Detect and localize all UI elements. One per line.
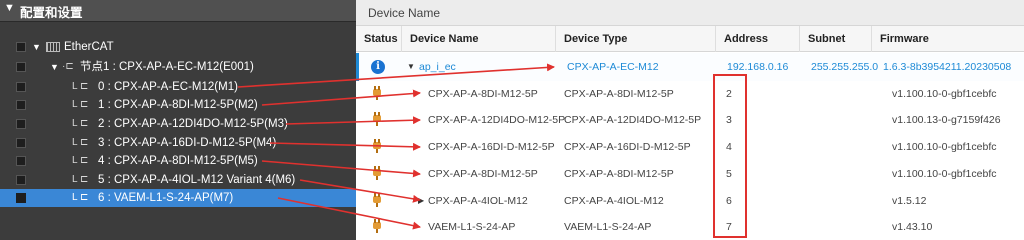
tree-item-label: 2 : CPX-AP-A-12DI4DO-M12-5P(M3) [98, 118, 288, 130]
device-type-cell: CPX-AP-A-16DI-D-M12-5P [564, 141, 691, 153]
device-row[interactable]: CPX-AP-A-8DI-M12-5P CPX-AP-A-8DI-M12-5P … [356, 80, 1024, 108]
firmware-cell: v1.43.10 [892, 221, 933, 233]
tree-item-node1[interactable]: ▼ ·⊏ 节点1 : CPX-AP-A-EC-M12(E001) [0, 58, 356, 76]
device-name-cell: CPX-AP-A-8DI-M12-5P [428, 168, 538, 180]
tree-item-label: 3 : CPX-AP-A-16DI-D-M12-5P(M4) [98, 137, 277, 149]
plug-icon [373, 219, 381, 233]
row-checkbox[interactable] [16, 100, 26, 110]
device-row[interactable]: VAEM-L1-S-24-AP VAEM-L1-S-24-AP 7 v1.43.… [356, 213, 1024, 240]
row-checkbox[interactable] [16, 193, 26, 203]
column-header-address[interactable]: Address [716, 26, 800, 52]
column-header-status[interactable]: Status [356, 26, 402, 52]
module-connector-icon: L ⊏ [72, 81, 89, 92]
firmware-cell: v1.5.12 [892, 195, 927, 207]
column-header-device-name[interactable]: Device Name [402, 26, 556, 52]
module-connector-icon: L ⊏ [72, 174, 89, 185]
device-tree-panel: ▼ 配置和设置 ▼ EtherCAT ▼ ·⊏ 节点1 : CPX-AP-A-E… [0, 0, 356, 240]
row-checkbox[interactable] [16, 42, 26, 52]
column-header-row: Status Device Name Device Type Address S… [356, 26, 1024, 71]
column-header-firmware[interactable]: Firmware [872, 26, 1024, 52]
tree-item-module[interactable]: L ⊏ 2 : CPX-AP-A-12DI4DO-M12-5P(M3) [0, 115, 356, 133]
panel-title: Device Name [356, 0, 1024, 26]
device-type-cell: CPX-AP-A-12DI4DO-M12-5P [564, 114, 702, 126]
row-checkbox[interactable] [16, 156, 26, 166]
firmware-cell: v1.100.13-0-g7159f426 [892, 114, 1001, 126]
expand-triangle-icon[interactable]: ▼ [407, 53, 415, 81]
device-name-cell[interactable]: ap_i_ec [419, 53, 456, 81]
module-connector-icon: L ⊏ [72, 137, 89, 148]
tree-item-module[interactable]: L ⊏ 0 : CPX-AP-A-EC-M12(M1) [0, 78, 356, 96]
tree-item-label: 0 : CPX-AP-A-EC-M12(M1) [98, 81, 238, 93]
tree-item-module[interactable]: L ⊏ 1 : CPX-AP-A-8DI-M12-5P(M2) [0, 96, 356, 114]
device-row[interactable]: ▶ CPX-AP-A-4IOL-M12 CPX-AP-A-4IOL-M12 6 … [356, 187, 1024, 215]
expand-triangle-icon[interactable]: ▼ [32, 38, 41, 56]
device-type-cell: CPX-AP-A-8DI-M12-5P [564, 168, 674, 180]
plug-icon [373, 112, 381, 126]
device-type-cell: VAEM-L1-S-24-AP [564, 221, 652, 233]
device-name-cell: CPX-AP-A-4IOL-M12 [428, 195, 528, 207]
tree-item-label: 5 : CPX-AP-A-4IOL-M12 Variant 4(M6) [98, 174, 296, 186]
address-highlight-box [713, 74, 747, 238]
device-name-cell: CPX-AP-A-16DI-D-M12-5P [428, 141, 555, 153]
device-row-head[interactable]: i ▼ ap_i_ec CPX-AP-A-EC-M12 192.168.0.16… [356, 53, 1024, 81]
device-list-panel: Device Name Status Device Name Device Ty… [356, 0, 1024, 240]
module-connector-icon: L ⊏ [72, 192, 89, 203]
ethercat-icon [46, 42, 60, 52]
firmware-cell: v1.100.10-0-gbf1cebfc [892, 168, 997, 180]
device-type-cell: CPX-AP-A-EC-M12 [567, 61, 659, 73]
tree-item-module[interactable]: L ⊏ 4 : CPX-AP-A-8DI-M12-5P(M5) [0, 152, 356, 170]
device-row[interactable]: CPX-AP-A-12DI4DO-M12-5P CPX-AP-A-12DI4DO… [356, 106, 1024, 134]
device-name-cell: CPX-AP-A-12DI4DO-M12-5P [428, 114, 566, 126]
device-name-cell: VAEM-L1-S-24-AP [428, 221, 516, 233]
device-type-cell: CPX-AP-A-8DI-M12-5P [564, 88, 674, 100]
plug-icon [373, 193, 381, 207]
tree-item-label: 节点1 : CPX-AP-A-EC-M12(E001) [80, 61, 254, 73]
row-checkbox[interactable] [16, 82, 26, 92]
subnet-mask-cell: 255.255.255.0 [811, 61, 879, 73]
row-checkbox[interactable] [16, 175, 26, 185]
tree-item-label: EtherCAT [64, 41, 114, 53]
tree-header-label: 配置和设置 [20, 6, 83, 20]
column-header-device-type[interactable]: Device Type [556, 26, 716, 52]
plug-icon [373, 139, 381, 153]
node-connector-icon: ·⊏ [62, 61, 74, 72]
tree-item-label: 1 : CPX-AP-A-8DI-M12-5P(M2) [98, 99, 258, 111]
expand-triangle-icon[interactable]: ▶ [418, 187, 424, 215]
device-name-cell: CPX-AP-A-8DI-M12-5P [428, 88, 538, 100]
module-connector-icon: L ⊏ [72, 155, 89, 166]
tree-item-label: 6 : VAEM-L1-S-24-AP(M7) [98, 192, 234, 204]
row-checkbox[interactable] [16, 62, 26, 72]
firmware-cell: 1.6.3-8b3954211.20230508 [883, 61, 1012, 73]
device-type-cell: CPX-AP-A-4IOL-M12 [564, 195, 664, 207]
row-checkbox[interactable] [16, 138, 26, 148]
tree-item-label: 4 : CPX-AP-A-8DI-M12-5P(M5) [98, 155, 258, 167]
info-icon: i [371, 60, 385, 74]
collapse-triangle-icon[interactable]: ▼ [4, 2, 15, 14]
row-checkbox[interactable] [16, 119, 26, 129]
module-connector-icon: L ⊏ [72, 118, 89, 129]
tree-item-module[interactable]: L ⊏ 5 : CPX-AP-A-4IOL-M12 Variant 4(M6) [0, 171, 356, 189]
expand-triangle-icon[interactable]: ▼ [50, 58, 59, 76]
plug-icon [373, 166, 381, 180]
device-row[interactable]: CPX-AP-A-8DI-M12-5P CPX-AP-A-8DI-M12-5P … [356, 160, 1024, 188]
tree-header[interactable]: ▼ 配置和设置 [0, 0, 356, 22]
tree-item-ethercat[interactable]: ▼ EtherCAT [0, 38, 356, 56]
firmware-cell: v1.100.10-0-gbf1cebfc [892, 141, 997, 153]
module-connector-icon: L ⊏ [72, 99, 89, 110]
plug-icon [373, 86, 381, 100]
column-header-subnet-mask[interactable]: Subnet Mask [800, 26, 872, 71]
firmware-cell: v1.100.10-0-gbf1cebfc [892, 88, 997, 100]
device-row[interactable]: CPX-AP-A-16DI-D-M12-5P CPX-AP-A-16DI-D-M… [356, 133, 1024, 161]
tree-item-module[interactable]: L ⊏ 3 : CPX-AP-A-16DI-D-M12-5P(M4) [0, 134, 356, 152]
tree-item-module-selected[interactable]: L ⊏ 6 : VAEM-L1-S-24-AP(M7) [0, 189, 356, 207]
